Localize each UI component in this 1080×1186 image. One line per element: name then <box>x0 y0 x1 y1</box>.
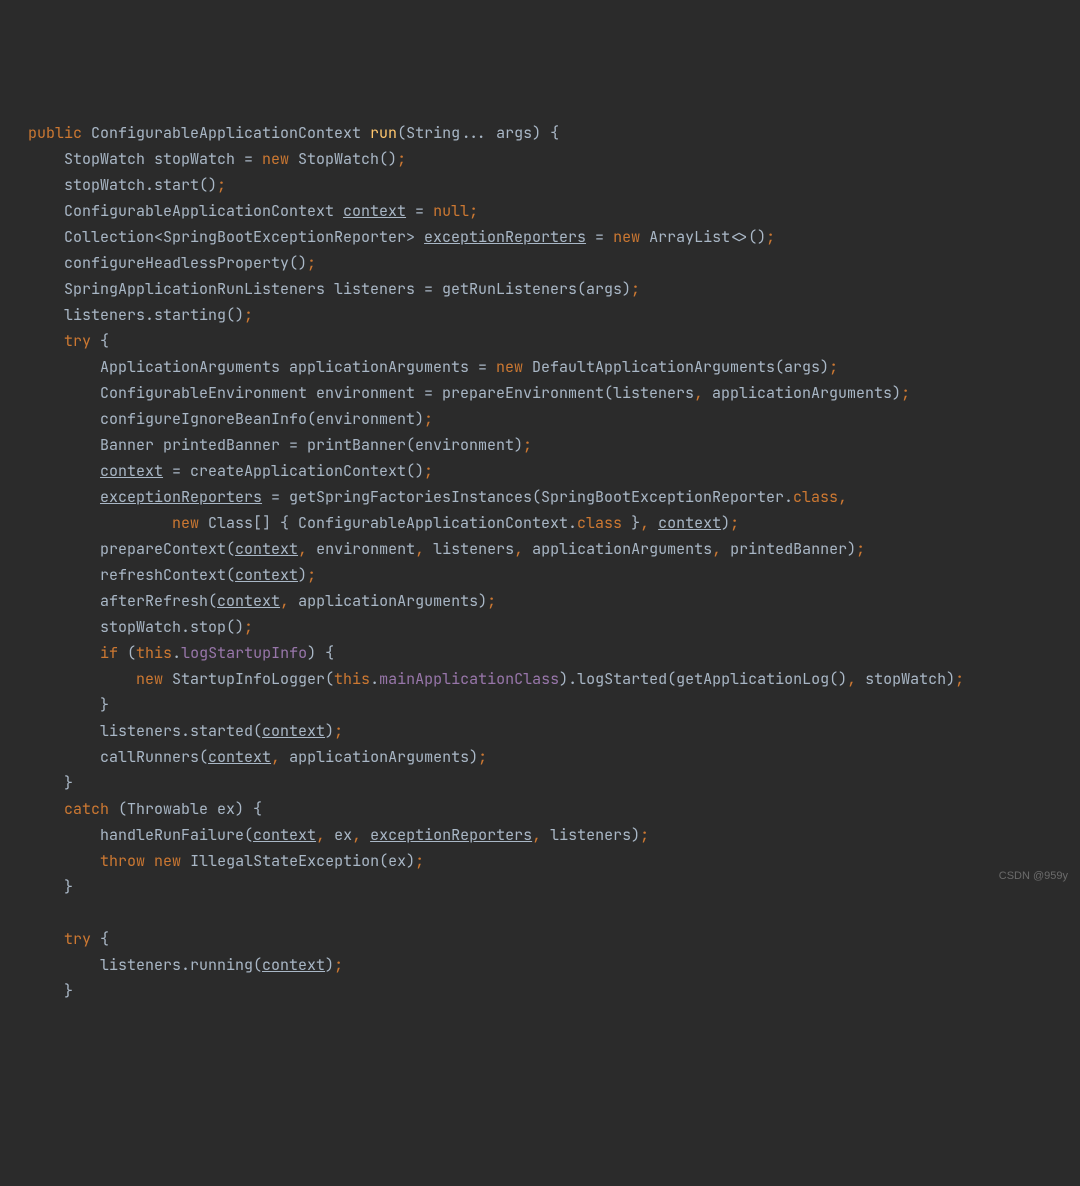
code-line: new Class[] { ConfigurableApplicationCon… <box>28 513 739 533</box>
code-line: ApplicationArguments applicationArgument… <box>28 357 838 377</box>
code-line: configureHeadlessProperty(); <box>28 253 316 273</box>
code-line: prepareContext(context, environment, lis… <box>28 539 865 559</box>
code-line: SpringApplicationRunListeners listeners … <box>28 279 640 299</box>
code-line: listeners.starting(); <box>28 305 253 325</box>
code-line: Banner printedBanner = printBanner(envir… <box>28 435 532 455</box>
code-line: stopWatch.stop(); <box>28 617 253 637</box>
code-line: refreshContext(context); <box>28 565 316 585</box>
code-line: ConfigurableApplicationContext context =… <box>28 201 478 221</box>
code-line: handleRunFailure(context, ex, exceptionR… <box>28 825 649 845</box>
code-line: StopWatch stopWatch = new StopWatch(); <box>28 149 406 169</box>
code-line: Collection<SpringBootExceptionReporter> … <box>28 227 775 247</box>
code-line: stopWatch.start(); <box>28 175 226 195</box>
code-line: listeners.running(context); <box>28 955 343 975</box>
code-line: afterRefresh(context, applicationArgumen… <box>28 591 496 611</box>
code-line: } <box>28 877 73 897</box>
code-line: new StartupInfoLogger(this.mainApplicati… <box>28 669 964 689</box>
code-line: throw new IllegalStateException(ex); <box>28 851 424 871</box>
code-line: ConfigurableEnvironment environment = pr… <box>28 383 910 403</box>
keyword: public <box>28 123 82 143</box>
code-line: configureIgnoreBeanInfo(environment); <box>28 409 433 429</box>
method-name: run <box>370 123 397 143</box>
code-line: exceptionReporters = getSpringFactoriesI… <box>28 487 847 507</box>
watermark: CSDN @959y <box>999 863 1068 889</box>
code-line: catch (Throwable ex) { <box>28 799 262 819</box>
code-line: } <box>28 981 73 1001</box>
field: mainApplicationClass <box>379 669 559 689</box>
code-line: public ConfigurableApplicationContext ru… <box>28 123 559 143</box>
code-line: } <box>28 695 109 715</box>
code-line: callRunners(context, applicationArgument… <box>28 747 487 767</box>
code-line: try { <box>28 929 109 949</box>
field: logStartupInfo <box>181 643 307 663</box>
code-line: listeners.started(context); <box>28 721 343 741</box>
code-line: context = createApplicationContext(); <box>28 461 433 481</box>
variable: exceptionReporters <box>424 227 586 247</box>
code-line: try { <box>28 331 109 351</box>
code-line: } <box>28 773 73 793</box>
code-line: if (this.logStartupInfo) { <box>28 643 334 663</box>
code-editor-view[interactable]: public ConfigurableApplicationContext ru… <box>28 120 1080 1004</box>
variable: context <box>343 201 406 221</box>
